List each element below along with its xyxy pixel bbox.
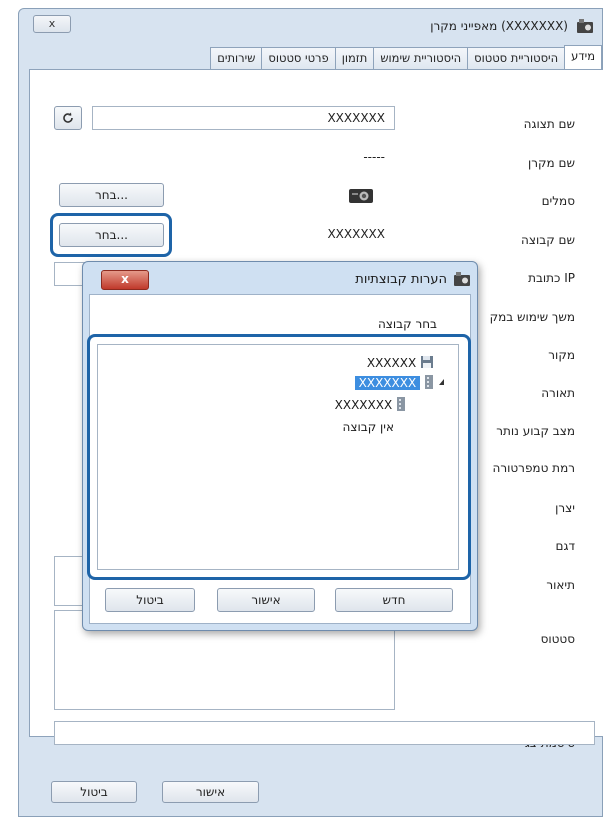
- usage-time-label: משך שימוש במק: [489, 310, 575, 324]
- display-name-value: XXXXXXX: [327, 111, 385, 125]
- temperature-level-label: רמת טמפרטורה: [492, 461, 576, 475]
- select-group-label: בחר קבוצה: [377, 317, 437, 331]
- ip-address-label: כתובת IP: [528, 271, 575, 285]
- projector-icon: [349, 189, 373, 203]
- group-notes-dialog: x הערות קבוצתיות בחר קבוצה XXXXXX XXXXXX…: [82, 261, 478, 631]
- select-button-highlight: [50, 213, 172, 257]
- status-label: סטטוס: [540, 632, 575, 646]
- window-title: מאפייני מקרן (XXXXXXX): [430, 19, 568, 33]
- source-label: מקור: [548, 348, 575, 362]
- dialog-close-button[interactable]: x: [101, 270, 149, 290]
- tab-status-details[interactable]: פרטי סטטוס: [261, 47, 336, 69]
- new-group-button[interactable]: חדש: [335, 588, 453, 612]
- group-tree-highlight: [87, 334, 471, 580]
- projector-app-icon: [577, 19, 593, 33]
- group-name-label: שם קבוצה: [521, 233, 575, 247]
- dialog-title: הערות קבוצתיות: [355, 272, 447, 287]
- shutter-state-label: מצב קבוע נותר: [496, 424, 575, 438]
- tab-bar: מידע היסטוריית סטטוס היסטוריית שימוש תזמ…: [210, 45, 602, 69]
- projector-app-icon: [454, 272, 470, 286]
- tab-status-history[interactable]: היסטוריית סטטוס: [467, 47, 566, 69]
- group-name-value: XXXXXXX: [327, 227, 385, 241]
- tab-schedule[interactable]: תזמון: [334, 47, 375, 69]
- manufacturer-label: יצרן: [555, 501, 575, 515]
- ok-button[interactable]: אישור: [162, 781, 259, 803]
- icons-label: סמלים: [541, 194, 575, 208]
- dialog-ok-button[interactable]: אישור: [217, 588, 315, 612]
- window-close-button[interactable]: x: [33, 15, 71, 33]
- lighting-label: תאורה: [541, 386, 575, 400]
- dialog-cancel-button[interactable]: ביטול: [105, 588, 195, 612]
- cancel-button[interactable]: ביטול: [51, 781, 137, 803]
- projector-name-label: שם מקרן: [528, 156, 575, 170]
- description-label: תיאור: [546, 578, 575, 592]
- icons-select-button[interactable]: בחר...: [59, 183, 164, 207]
- tab-services[interactable]: שירותים: [210, 47, 263, 69]
- tab-usage-history[interactable]: היסטוריית שימוש: [373, 47, 469, 69]
- display-name-label: שם תצוגה: [523, 117, 575, 131]
- projector-name-value: -----: [363, 150, 385, 164]
- model-label: דגם: [555, 539, 575, 553]
- tab-info[interactable]: מידע: [564, 45, 602, 69]
- display-password-field[interactable]: [54, 721, 595, 745]
- refresh-button[interactable]: [54, 106, 82, 130]
- refresh-icon: [63, 112, 73, 123]
